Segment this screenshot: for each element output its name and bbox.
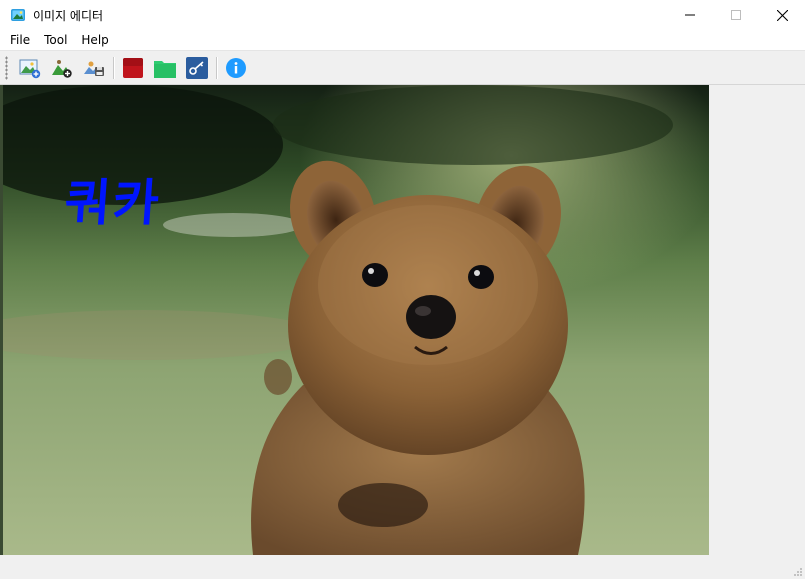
quokka-photo	[3, 85, 709, 555]
save-image-icon	[84, 61, 104, 76]
window-controls	[667, 0, 805, 30]
window-title: 이미지 에디터	[33, 8, 104, 23]
red-color-icon	[123, 57, 143, 78]
maximize-icon	[731, 10, 741, 20]
toolbar	[0, 51, 805, 85]
info-button[interactable]	[223, 55, 249, 81]
key-button[interactable]	[184, 55, 210, 81]
menu-tool[interactable]: Tool	[37, 30, 74, 50]
close-button[interactable]	[759, 0, 805, 30]
add-image-button[interactable]	[49, 55, 75, 81]
green-color-button[interactable]	[152, 55, 178, 81]
drawn-text: 쿼카	[62, 174, 163, 232]
minimize-button[interactable]	[667, 0, 713, 30]
toolbar-grip[interactable]	[5, 55, 8, 80]
resize-grip-icon[interactable]	[793, 567, 803, 577]
menu-bar: File Tool Help	[0, 30, 805, 51]
close-icon	[776, 9, 788, 21]
minimize-icon	[685, 14, 695, 16]
image-canvas[interactable]: 쿼카	[3, 85, 709, 555]
canvas-left-edge	[0, 85, 3, 555]
key-icon	[186, 56, 208, 79]
open-image-icon	[19, 59, 41, 78]
green-color-icon	[154, 60, 176, 78]
app-window: 이미지 에디터 File Tool Help 쿼카	[0, 0, 805, 579]
app-icon	[11, 9, 25, 21]
canvas-area: 쿼카	[0, 85, 805, 579]
red-color-button[interactable]	[120, 55, 146, 81]
info-icon	[226, 57, 246, 78]
menu-help[interactable]: Help	[74, 30, 115, 50]
menu-file[interactable]: File	[3, 30, 37, 50]
maximize-button[interactable]	[713, 0, 759, 30]
toolbar-separator	[113, 56, 114, 79]
toolbar-separator	[216, 56, 217, 79]
save-image-button[interactable]	[81, 55, 107, 81]
title-bar[interactable]: 이미지 에디터	[0, 0, 805, 30]
add-image-icon	[52, 59, 72, 78]
open-image-button[interactable]	[17, 55, 43, 81]
